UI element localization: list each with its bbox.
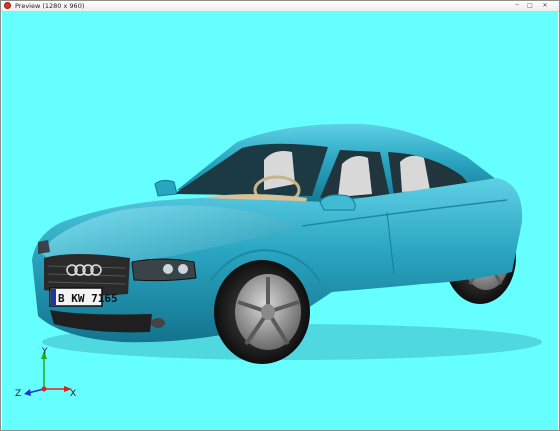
windshield (174, 143, 328, 196)
x-axis-label: X (70, 389, 76, 399)
axis-origin (41, 386, 47, 392)
preview-window: Preview (1280 x 960) ─ □ ✕ B KW 7165 Y Z… (0, 0, 560, 431)
render-viewport[interactable]: B KW 7165 Y Z X (2, 12, 558, 430)
minimize-button[interactable]: ─ (512, 2, 522, 9)
car-render: B KW 7165 Y Z X (15, 123, 542, 399)
z-axis-arrow-icon (24, 389, 31, 396)
license-plate-text: B KW 7165 (58, 292, 118, 305)
close-button[interactable]: ✕ (538, 2, 552, 9)
title-bar[interactable]: Preview (1280 x 960) ─ □ ✕ (1, 1, 559, 12)
front-wheel (214, 260, 310, 364)
axis-gizmo: Y Z X (15, 347, 76, 399)
maximize-button[interactable]: □ (525, 2, 535, 9)
window-title: Preview (1280 x 960) (15, 2, 85, 10)
fog-light (151, 318, 165, 328)
app-icon (4, 2, 11, 9)
z-axis-label: Z (15, 389, 21, 399)
side-mirror (319, 194, 356, 211)
left-mirror (154, 179, 178, 197)
left-headlight (38, 240, 50, 254)
y-axis-label: Y (41, 347, 48, 357)
